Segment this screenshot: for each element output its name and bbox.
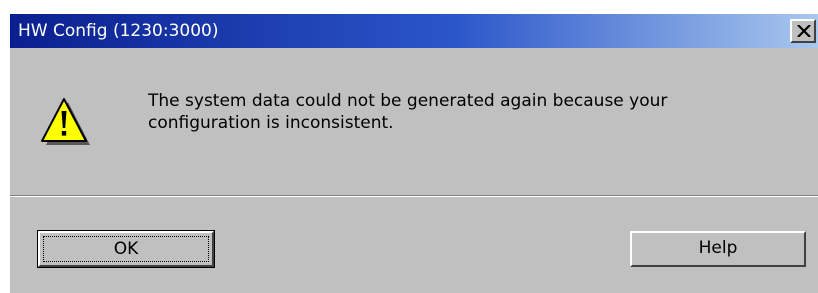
title-bar[interactable]: HW Config (1230:3000) xyxy=(10,14,818,48)
message-text: The system data could not be generated a… xyxy=(148,90,808,134)
close-button[interactable] xyxy=(790,19,816,43)
ok-button[interactable]: OK xyxy=(37,230,215,268)
message-line-1: The system data could not be generated a… xyxy=(148,91,668,111)
error-dialog: HW Config (1230:3000) The system data co… xyxy=(8,12,818,293)
separator xyxy=(10,195,818,197)
window-title: HW Config (1230:3000) xyxy=(18,21,219,41)
close-icon xyxy=(797,25,811,37)
warning-icon xyxy=(41,98,90,145)
ok-button-label: OK xyxy=(43,236,209,262)
message-line-2: configuration is inconsistent. xyxy=(148,113,394,133)
help-button[interactable]: Help xyxy=(630,231,806,267)
